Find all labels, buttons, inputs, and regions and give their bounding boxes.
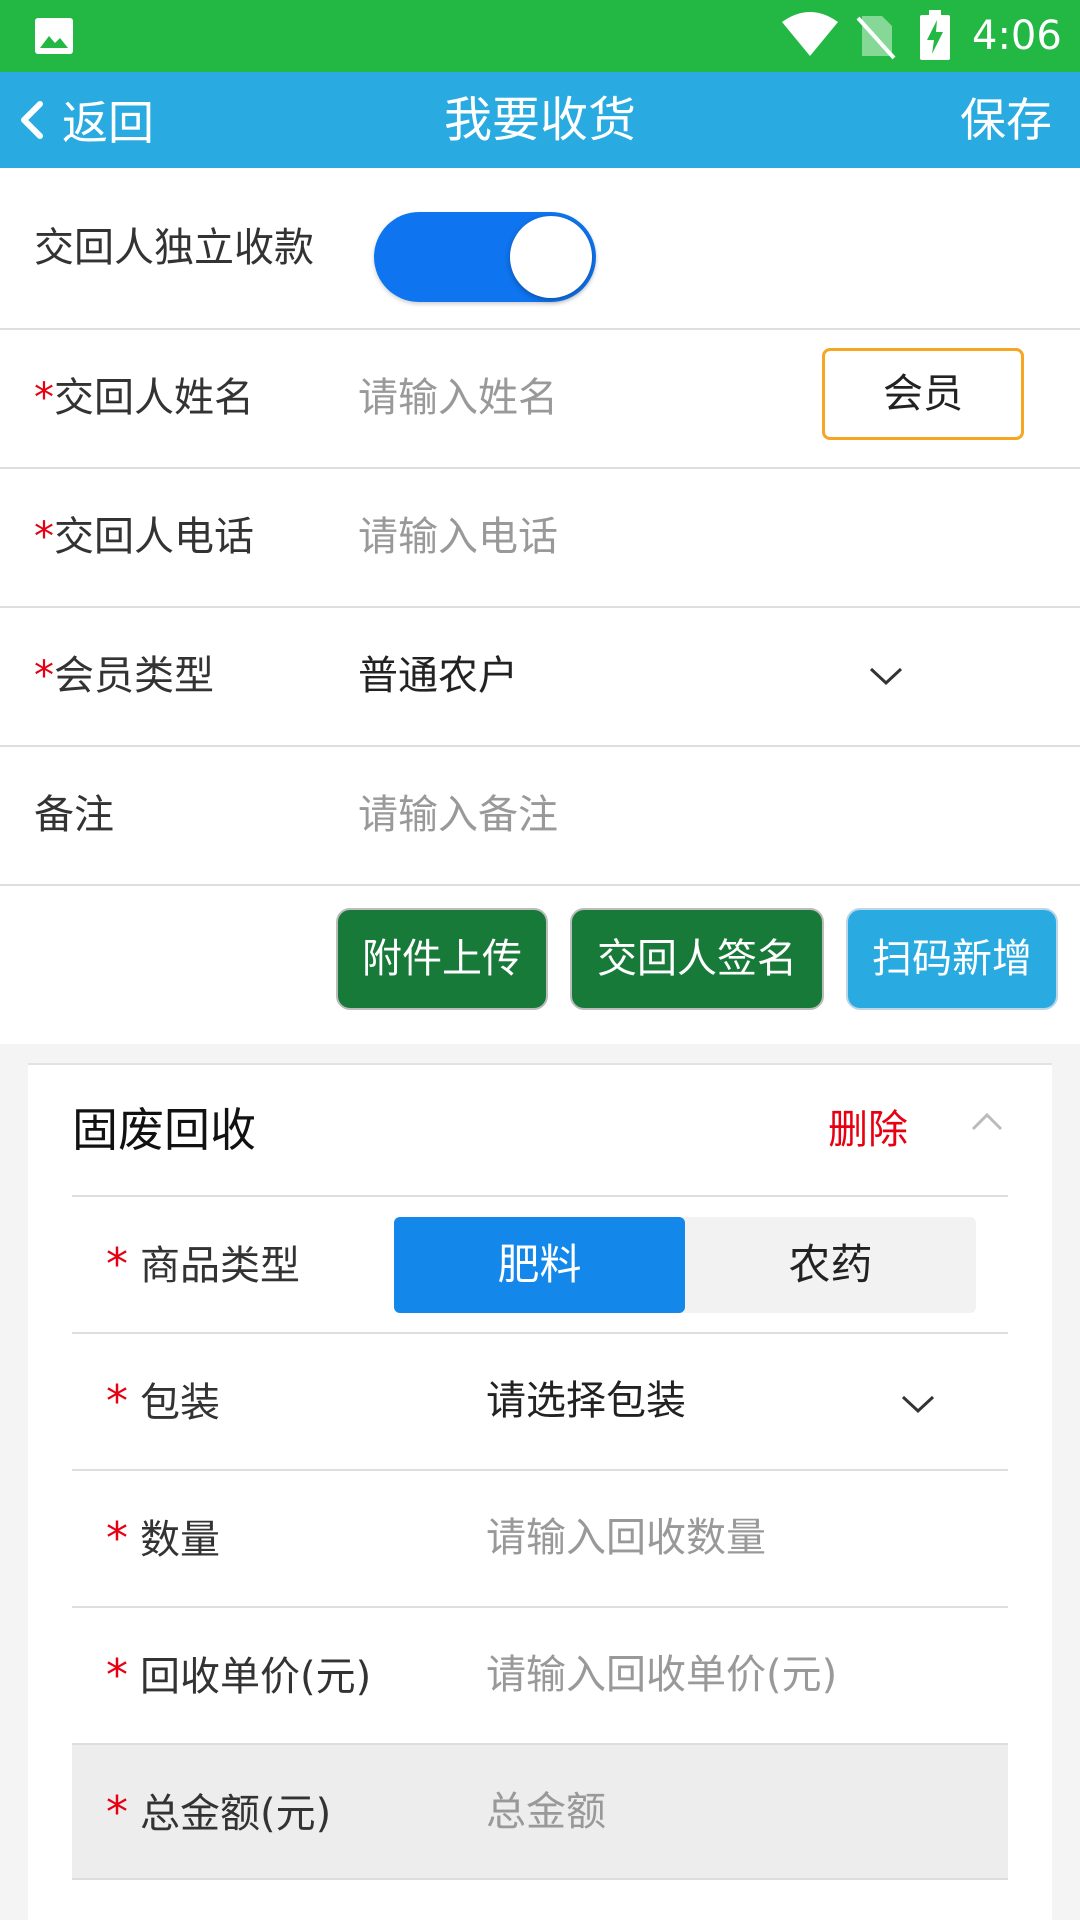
required-star: * bbox=[106, 1239, 128, 1290]
total-row: * 总金额(元) 总金额 bbox=[72, 1743, 1008, 1880]
back-button[interactable]: 返回 bbox=[16, 72, 154, 168]
packaging-row[interactable]: * 包装 请选择包装 bbox=[72, 1332, 1008, 1469]
total-field: 总金额 bbox=[486, 1789, 606, 1835]
chevron-left-icon bbox=[21, 101, 43, 139]
wifi-icon bbox=[782, 12, 838, 56]
required-star: * bbox=[34, 375, 54, 421]
phone-label: *交回人电话 bbox=[34, 514, 254, 560]
phone-input[interactable]: 请输入电话 bbox=[358, 469, 558, 606]
product-type-row: * 商品类型 肥料 农药 bbox=[72, 1195, 1008, 1332]
segment-option-pesticide[interactable]: 农药 bbox=[685, 1217, 976, 1313]
quantity-input[interactable]: 请输入回收数量 bbox=[486, 1471, 766, 1606]
member-type-label: *会员类型 bbox=[34, 653, 214, 699]
member-button[interactable]: 会员 bbox=[822, 348, 1024, 440]
page-title: 我要收货 bbox=[443, 92, 636, 148]
packaging-label: * 包装 bbox=[106, 1376, 220, 1427]
remark-row: 备注 请输入备注 bbox=[0, 747, 1080, 886]
required-star: * bbox=[34, 653, 54, 699]
unit-price-input[interactable]: 请输入回收单价(元) bbox=[486, 1608, 837, 1743]
toggle-knob bbox=[510, 216, 592, 298]
independent-payment-toggle[interactable] bbox=[374, 212, 596, 302]
delivery-form: 交回人独立收款 *交回人姓名 请输入姓名 会员 *交回人电话 请输入电话 *会员… bbox=[0, 168, 1080, 1044]
delete-button[interactable]: 删除 bbox=[828, 1065, 908, 1195]
phone-row: *交回人电话 请输入电话 bbox=[0, 469, 1080, 608]
independent-payment-row: 交回人独立收款 bbox=[0, 168, 1080, 330]
clock: 4:06 bbox=[972, 13, 1062, 59]
required-star: * bbox=[106, 1650, 128, 1701]
name-row: *交回人姓名 请输入姓名 会员 bbox=[0, 330, 1080, 469]
independent-payment-label: 交回人独立收款 bbox=[34, 225, 314, 271]
product-type-segment: 肥料 农药 bbox=[394, 1217, 976, 1313]
packaging-select[interactable]: 请选择包装 bbox=[486, 1334, 686, 1469]
battery-charging-icon bbox=[920, 10, 950, 60]
member-type-row[interactable]: *会员类型 普通农户 bbox=[0, 608, 1080, 747]
no-sim-icon bbox=[856, 16, 896, 60]
segment-option-fertilizer[interactable]: 肥料 bbox=[394, 1217, 685, 1313]
chevron-down-icon[interactable] bbox=[900, 1392, 936, 1416]
required-star: * bbox=[106, 1787, 128, 1838]
scan-add-button[interactable]: 扫码新增 bbox=[846, 908, 1058, 1010]
required-star: * bbox=[106, 1513, 128, 1564]
card-title: 固废回收 bbox=[72, 1103, 256, 1157]
required-star: * bbox=[106, 1376, 128, 1427]
name-label: *交回人姓名 bbox=[34, 375, 254, 421]
required-star: * bbox=[34, 514, 54, 560]
quantity-label: * 数量 bbox=[106, 1513, 220, 1564]
chevron-up-icon[interactable] bbox=[970, 1109, 1004, 1133]
attachment-upload-button[interactable]: 附件上传 bbox=[336, 908, 548, 1010]
recycling-card: 固废回收 删除 * 商品类型 肥料 农药 * 包装 请选择包装 * 数量 请输入回收数… bbox=[28, 1063, 1052, 1920]
card-header: 固废回收 删除 bbox=[28, 1065, 1052, 1195]
unit-price-row: * 回收单价(元) 请输入回收单价(元) bbox=[72, 1606, 1008, 1743]
unit-price-label: * 回收单价(元) bbox=[106, 1650, 372, 1701]
remark-input[interactable]: 请输入备注 bbox=[358, 747, 558, 884]
signature-button[interactable]: 交回人签名 bbox=[570, 908, 824, 1010]
status-bar: 4:06 bbox=[0, 0, 1080, 72]
app-bar: 返回 我要收货 保存 bbox=[0, 72, 1080, 168]
name-input[interactable]: 请输入姓名 bbox=[358, 330, 558, 467]
member-type-select[interactable]: 普通农户 bbox=[358, 608, 518, 745]
image-icon bbox=[35, 18, 73, 54]
product-type-label: * 商品类型 bbox=[106, 1239, 300, 1290]
remark-label: 备注 bbox=[34, 792, 114, 838]
total-label: * 总金额(元) bbox=[106, 1787, 332, 1838]
save-button[interactable]: 保存 bbox=[960, 72, 1052, 168]
action-bar: 附件上传 交回人签名 扫码新增 bbox=[0, 886, 1080, 1044]
back-label: 返回 bbox=[62, 96, 154, 150]
quantity-row: * 数量 请输入回收数量 bbox=[72, 1469, 1008, 1606]
chevron-down-icon[interactable] bbox=[868, 664, 904, 688]
